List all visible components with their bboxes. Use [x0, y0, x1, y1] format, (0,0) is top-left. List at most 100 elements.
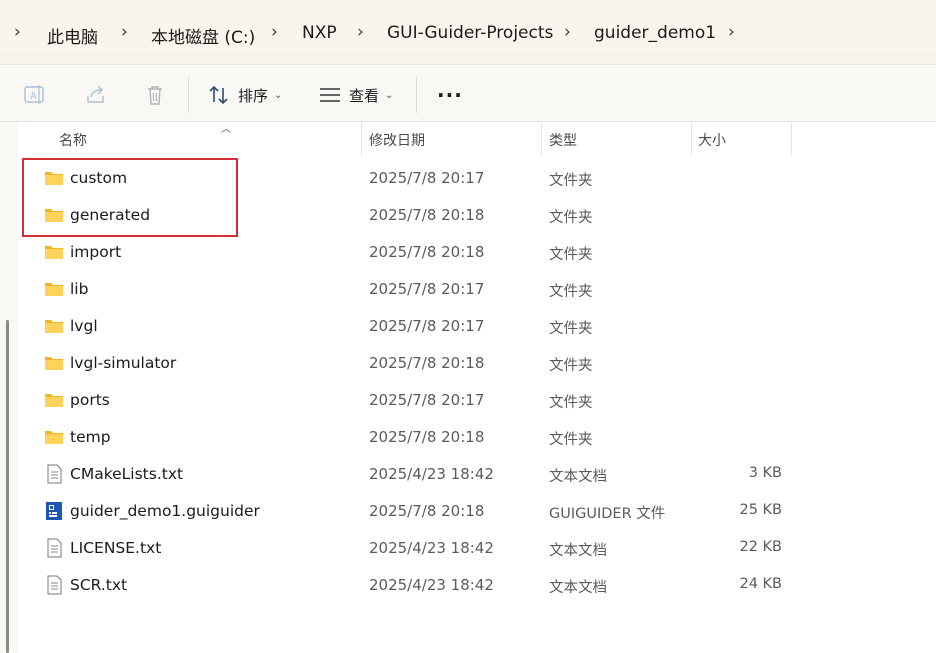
- rename-icon[interactable]: A: [23, 83, 47, 107]
- folder-icon: [44, 205, 64, 225]
- folder-icon: [44, 390, 64, 410]
- column-name[interactable]: 名称: [59, 130, 87, 150]
- file-type: 文件夹: [549, 247, 593, 263]
- file-row[interactable]: lvgl-simulator 2025/7/8 20:18 文件夹: [18, 345, 936, 382]
- file-row[interactable]: temp 2025/7/8 20:18 文件夹: [18, 419, 936, 456]
- column-modified[interactable]: 修改日期: [369, 130, 425, 150]
- file-modified: 2025/7/8 20:17: [369, 169, 485, 187]
- file-row[interactable]: LICENSE.txt 2025/4/23 18:42 文本文档 22 KB: [18, 530, 936, 567]
- file-type: 文件夹: [549, 358, 593, 374]
- file-name[interactable]: CMakeLists.txt: [70, 465, 183, 483]
- file-type: 文件夹: [549, 321, 593, 337]
- file-type: 文本文档: [549, 469, 607, 485]
- file-name[interactable]: ports: [70, 391, 110, 409]
- file-modified: 2025/7/8 20:18: [369, 243, 485, 261]
- file-name[interactable]: lib: [70, 280, 88, 298]
- view-label: 查看: [349, 86, 380, 105]
- sort-button[interactable]: 排序 ⌄: [208, 83, 282, 107]
- chevron-right-icon[interactable]: ›: [271, 22, 278, 42]
- file-modified: 2025/7/8 20:18: [369, 354, 485, 372]
- toolbar: A 排序 ⌄ 查看 ⌄ ···: [0, 64, 936, 122]
- svg-text:A: A: [30, 91, 37, 102]
- chevron-right-icon[interactable]: ›: [121, 22, 128, 42]
- folder-icon: [44, 242, 64, 262]
- column-type[interactable]: 类型: [549, 130, 577, 150]
- file-modified: 2025/7/8 20:18: [369, 428, 485, 446]
- column-divider[interactable]: [691, 122, 692, 156]
- file-size: 24 KB: [739, 576, 782, 592]
- scrollbar[interactable]: [6, 320, 9, 653]
- file-size: 3 KB: [748, 465, 782, 481]
- file-row[interactable]: custom 2025/7/8 20:17 文件夹: [18, 160, 936, 197]
- column-divider[interactable]: [791, 122, 792, 156]
- guiguider-file-icon: [44, 501, 64, 521]
- breadcrumb-item-local-disk[interactable]: 本地磁盘 (C:): [151, 23, 255, 48]
- file-row[interactable]: lvgl 2025/7/8 20:17 文件夹: [18, 308, 936, 345]
- sort-ascending-icon: ︿: [221, 124, 231, 135]
- file-row[interactable]: SCR.txt 2025/4/23 18:42 文本文档 24 KB: [18, 567, 936, 604]
- file-row[interactable]: lib 2025/7/8 20:17 文件夹: [18, 271, 936, 308]
- file-size: 22 KB: [739, 539, 782, 555]
- column-divider[interactable]: [361, 122, 362, 156]
- file-row[interactable]: import 2025/7/8 20:18 文件夹: [18, 234, 936, 271]
- column-size[interactable]: 大小: [698, 130, 726, 150]
- view-button[interactable]: 查看 ⌄: [319, 83, 393, 107]
- file-modified: 2025/4/23 18:42: [369, 539, 494, 557]
- toolbar-divider: [416, 77, 417, 113]
- file-row[interactable]: guider_demo1.guiguider 2025/7/8 20:18 GUIG…: [18, 493, 936, 530]
- breadcrumb-item-gui-guider-projects[interactable]: GUI-Guider-Projects: [387, 23, 553, 43]
- file-name[interactable]: import: [70, 243, 121, 261]
- chevron-right-icon[interactable]: ›: [14, 22, 21, 42]
- chevron-right-icon[interactable]: ›: [564, 22, 571, 42]
- sort-label: 排序: [238, 86, 269, 105]
- file-row[interactable]: generated 2025/7/8 20:18 文件夹: [18, 197, 936, 234]
- chevron-right-icon[interactable]: ›: [357, 22, 364, 42]
- file-row[interactable]: ports 2025/7/8 20:17 文件夹: [18, 382, 936, 419]
- folder-icon: [44, 168, 64, 188]
- file-type: 文本文档: [549, 580, 607, 596]
- file-type: 文件夹: [549, 173, 593, 189]
- file-type: 文件夹: [549, 210, 593, 226]
- breadcrumb: › 此电脑 › 本地磁盘 (C:) › NXP › GUI-Guider-Pro…: [0, 14, 936, 52]
- file-type: 文件夹: [549, 395, 593, 411]
- file-name[interactable]: guider_demo1.guiguider: [70, 502, 260, 520]
- column-divider[interactable]: [541, 122, 542, 156]
- file-name[interactable]: lvgl: [70, 317, 98, 335]
- file-modified: 2025/7/8 20:17: [369, 317, 485, 335]
- view-icon: [319, 84, 341, 106]
- sort-icon: [208, 84, 230, 106]
- file-modified: 2025/4/23 18:42: [369, 465, 494, 483]
- share-icon[interactable]: [84, 83, 108, 107]
- file-type: 文件夹: [549, 284, 593, 300]
- text-file-icon: [44, 538, 64, 558]
- breadcrumb-item-guider-demo1[interactable]: guider_demo1: [594, 23, 716, 43]
- column-header: ︿ 名称 修改日期 类型 大小: [18, 122, 936, 156]
- more-options-button[interactable]: ···: [437, 83, 463, 107]
- chevron-down-icon: ⌄: [385, 89, 394, 101]
- file-type: 文件夹: [549, 432, 593, 448]
- file-modified: 2025/4/23 18:42: [369, 576, 494, 594]
- text-file-icon: [44, 575, 64, 595]
- file-row[interactable]: CMakeLists.txt 2025/4/23 18:42 文本文档 3 KB: [18, 456, 936, 493]
- file-name[interactable]: custom: [70, 169, 127, 187]
- file-name[interactable]: generated: [70, 206, 150, 224]
- delete-icon[interactable]: [143, 83, 167, 107]
- file-modified: 2025/7/8 20:17: [369, 280, 485, 298]
- pane-gutter: [0, 122, 18, 653]
- file-name[interactable]: temp: [70, 428, 111, 446]
- address-bar: › 此电脑 › 本地磁盘 (C:) › NXP › GUI-Guider-Pro…: [0, 0, 936, 64]
- folder-icon: [44, 279, 64, 299]
- file-modified: 2025/7/8 20:18: [369, 206, 485, 224]
- folder-icon: [44, 353, 64, 373]
- file-name[interactable]: LICENSE.txt: [70, 539, 161, 557]
- chevron-down-icon: ⌄: [274, 89, 283, 101]
- chevron-right-icon[interactable]: ›: [728, 22, 735, 42]
- breadcrumb-item-this-pc[interactable]: 此电脑: [47, 23, 98, 48]
- folder-icon: [44, 316, 64, 336]
- file-name[interactable]: SCR.txt: [70, 576, 127, 594]
- folder-icon: [44, 427, 64, 447]
- file-name[interactable]: lvgl-simulator: [70, 354, 176, 372]
- file-modified: 2025/7/8 20:17: [369, 391, 485, 409]
- file-list-pane: ︿ 名称 修改日期 类型 大小 custom 2025/7/8 20:17 文件夹 g…: [0, 122, 936, 653]
- breadcrumb-item-nxp[interactable]: NXP: [302, 23, 337, 43]
